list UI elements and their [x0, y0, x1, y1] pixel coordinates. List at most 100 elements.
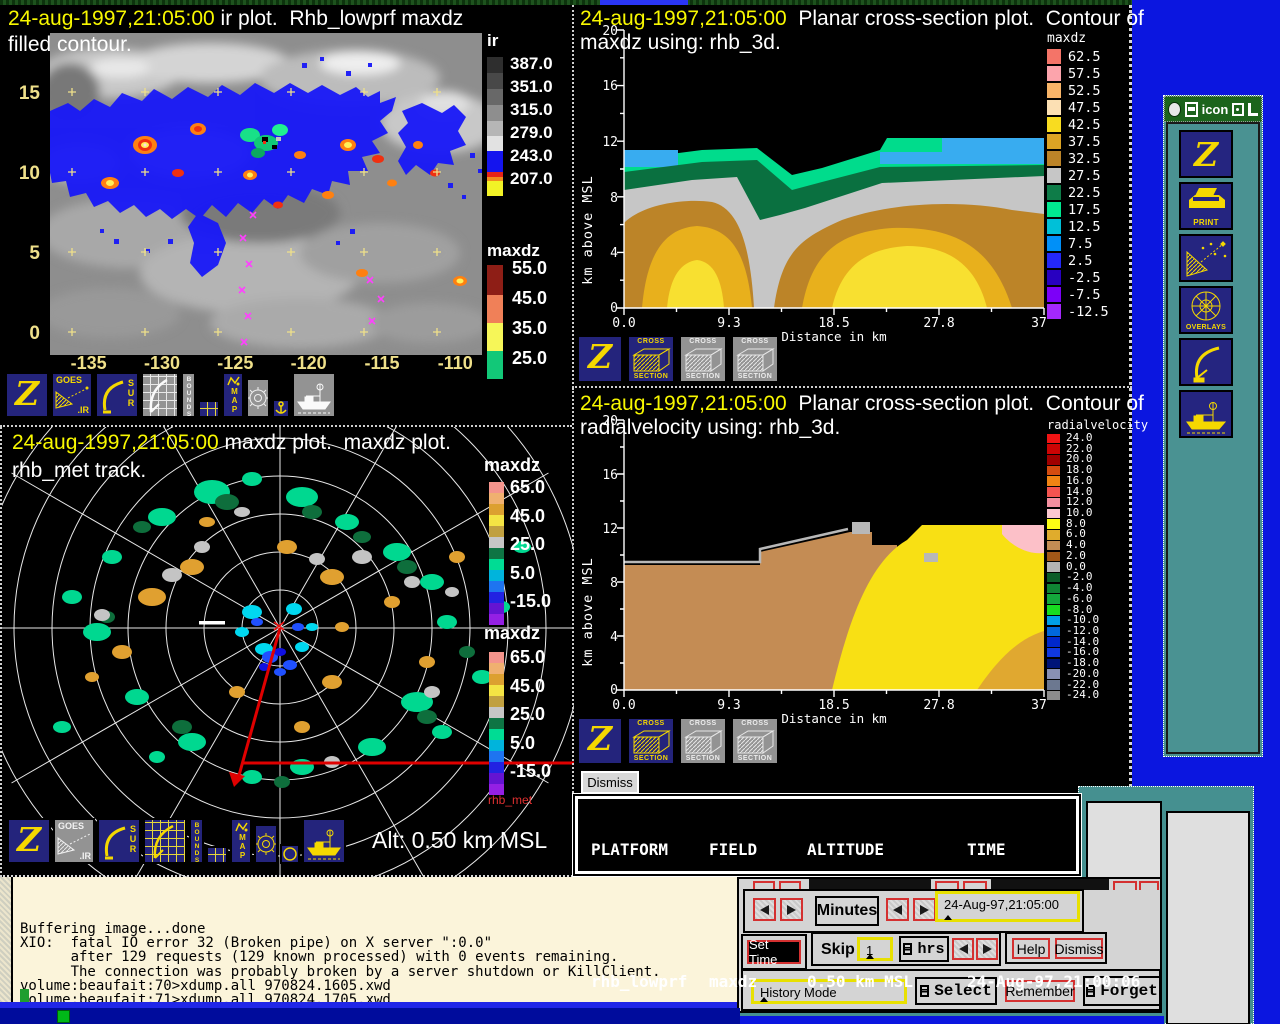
- menu-circle-button[interactable]: [1168, 102, 1181, 117]
- colorbar-tick: 351.0: [510, 75, 553, 98]
- table-body: rhb_lowprfmaxdz0.50 km MSL24-Aug-97,21:0…: [591, 897, 1076, 1024]
- map-icon[interactable]: MAP: [230, 818, 252, 864]
- zeb-logo-icon[interactable]: Z: [1179, 130, 1233, 178]
- surveillance-radar-icon[interactable]: SUR: [95, 372, 139, 418]
- colorbar-swatch: [1047, 219, 1061, 234]
- cell-time: 24-Aug-97,21:00:06: [967, 973, 1140, 991]
- colorbar-swatch: [1047, 594, 1060, 604]
- svg-text:27.8: 27.8: [923, 698, 954, 713]
- zeb-logo-icon[interactable]: Z: [7, 818, 51, 864]
- cross-section-icon[interactable]: CROSS SECTION: [731, 335, 779, 383]
- icon-window-titlebar[interactable]: icon: [1164, 96, 1262, 122]
- colorbar-entry: 12.5: [1047, 218, 1109, 235]
- anchor-icon[interactable]: [272, 399, 290, 418]
- ir-satellite-image[interactable]: [50, 33, 482, 355]
- cross-section-icon[interactable]: CROSS SECTION: [731, 717, 779, 765]
- colorbar-swatch: [1047, 584, 1060, 594]
- col-header: ALTITUDE: [807, 841, 967, 859]
- radar-colorbar2-ticks: 65.045.025.05.0-15.0: [510, 643, 551, 786]
- zeb-logo-icon[interactable]: Z: [577, 717, 623, 765]
- zeb-graphics-window: 24-aug-1997,21:05:00 ir plot. Rhb_lowprf…: [0, 5, 1132, 877]
- panel-xsec-maxdz-subtitle: maxdz using: rhb_3d.: [580, 31, 781, 55]
- x-tick-label: -115: [345, 353, 418, 374]
- map-icon[interactable]: MAP: [222, 372, 244, 418]
- svg-text:16: 16: [602, 468, 618, 483]
- bounds-icon[interactable]: BOUNDS: [181, 372, 196, 418]
- goes-ir-icon[interactable]: GOES .IR: [51, 372, 93, 418]
- colorbar-entry: -24.0: [1047, 690, 1099, 701]
- bounds-icon[interactable]: BOUNDS: [189, 818, 204, 864]
- colorbar-swatch: [1047, 637, 1060, 647]
- cross-section-icon-active[interactable]: CROSS SECTION: [627, 717, 675, 765]
- circle-icon[interactable]: [280, 844, 300, 864]
- radar-colorbar2-swatches: [489, 652, 504, 795]
- colorbar-tick: 22.5: [1068, 185, 1101, 201]
- colorbar-tick: 45.0: [512, 283, 547, 313]
- maximize-button[interactable]: [1232, 103, 1243, 116]
- colorbar-swatch: [489, 592, 504, 603]
- colorbar-entry: 27.5: [1047, 167, 1109, 184]
- small-grid-icon[interactable]: [198, 400, 220, 418]
- colorbar-swatch: [1047, 185, 1061, 200]
- svg-text:37: 37: [1031, 698, 1047, 713]
- colorbar-swatch: [489, 663, 504, 674]
- panel-xsec-rv-title: 24-aug-1997,21:05:00 Planar cross-sectio…: [580, 392, 1144, 416]
- surveillance-radar-icon[interactable]: SUR: [97, 818, 141, 864]
- colorbar-swatch: [1047, 304, 1061, 319]
- cross-section-icon-active[interactable]: CROSS SECTION: [627, 335, 675, 383]
- ship-icon[interactable]: [302, 818, 346, 864]
- colorbar-swatch: [487, 73, 503, 89]
- iconify-button[interactable]: [1185, 102, 1198, 117]
- cross-section-icon[interactable]: CROSS SECTION: [679, 717, 727, 765]
- colorbar-swatch: [487, 57, 503, 73]
- zeb-logo-icon[interactable]: Z: [5, 372, 49, 418]
- overlay-dismiss-button[interactable]: Dismiss: [581, 771, 639, 794]
- colorbar-tick: 387.0: [510, 52, 553, 75]
- colorbar-swatch: [489, 603, 504, 614]
- antenna-icon[interactable]: [1179, 338, 1233, 386]
- colorbar-swatch: [487, 151, 503, 172]
- colorbar-swatch: [1047, 552, 1060, 562]
- colorbar-tick: -12.5: [1068, 304, 1109, 320]
- colorbar-swatch: [489, 559, 504, 570]
- grid-antenna-icon[interactable]: [141, 372, 179, 418]
- colorbar-entry: 37.5: [1047, 133, 1109, 150]
- colorbar-swatch: [1047, 434, 1060, 444]
- ir-y-axis: 151050: [4, 83, 40, 403]
- colorbar-swatch: [487, 89, 503, 105]
- optional-overlays-gear-icon[interactable]: [246, 378, 270, 418]
- colorbar-swatch: [489, 740, 504, 751]
- timestamp: 24-aug-1997,21:05:00: [12, 431, 219, 454]
- svg-text:0.0: 0.0: [612, 316, 635, 331]
- colorbar-swatch: [1047, 117, 1061, 132]
- colorbar-tick: 45.0: [510, 502, 551, 531]
- ship-icon[interactable]: [1179, 390, 1233, 438]
- optional-overlays-gear-icon[interactable]: [254, 824, 278, 864]
- grid-antenna-icon[interactable]: [143, 818, 187, 864]
- svg-text:12: 12: [602, 522, 618, 537]
- colorbar-swatch: [1047, 83, 1061, 98]
- print-icon[interactable]: PRINT: [1179, 182, 1233, 230]
- colorbar-tick: 25.0: [512, 343, 547, 373]
- colorbar-swatch: [487, 295, 503, 323]
- colorbar-tick: 52.5: [1068, 83, 1101, 99]
- resize-button[interactable]: [1248, 103, 1258, 116]
- altitude-readout: Alt: 0.50 km MSL: [372, 827, 547, 854]
- zeb-logo-icon[interactable]: Z: [577, 335, 623, 383]
- satellite-dish-icon[interactable]: [1179, 234, 1233, 282]
- radar-colorbar1-swatches: [489, 482, 504, 625]
- small-grid-icon[interactable]: [206, 846, 228, 864]
- y-axis-title: km above MSL: [580, 175, 596, 285]
- colorbar-swatch: [489, 482, 504, 493]
- colorbar-entry: 47.5: [1047, 99, 1109, 116]
- colorbar-swatch: [1047, 487, 1060, 497]
- colorbar-entry: 2.5: [1047, 252, 1109, 269]
- icon-toolbox-window: icon Z PRINT OVERLAYS: [1163, 95, 1263, 757]
- goes-ir-icon[interactable]: GOES .IR: [53, 818, 95, 864]
- svg-text:27.8: 27.8: [923, 316, 954, 331]
- overlays-icon[interactable]: OVERLAYS: [1179, 286, 1233, 334]
- cross-section-icon[interactable]: CROSS SECTION: [679, 335, 727, 383]
- colorbar-tick: 45.0: [510, 672, 551, 701]
- terminal-scrollbar[interactable]: [0, 877, 13, 1002]
- ship-icon[interactable]: [292, 372, 336, 418]
